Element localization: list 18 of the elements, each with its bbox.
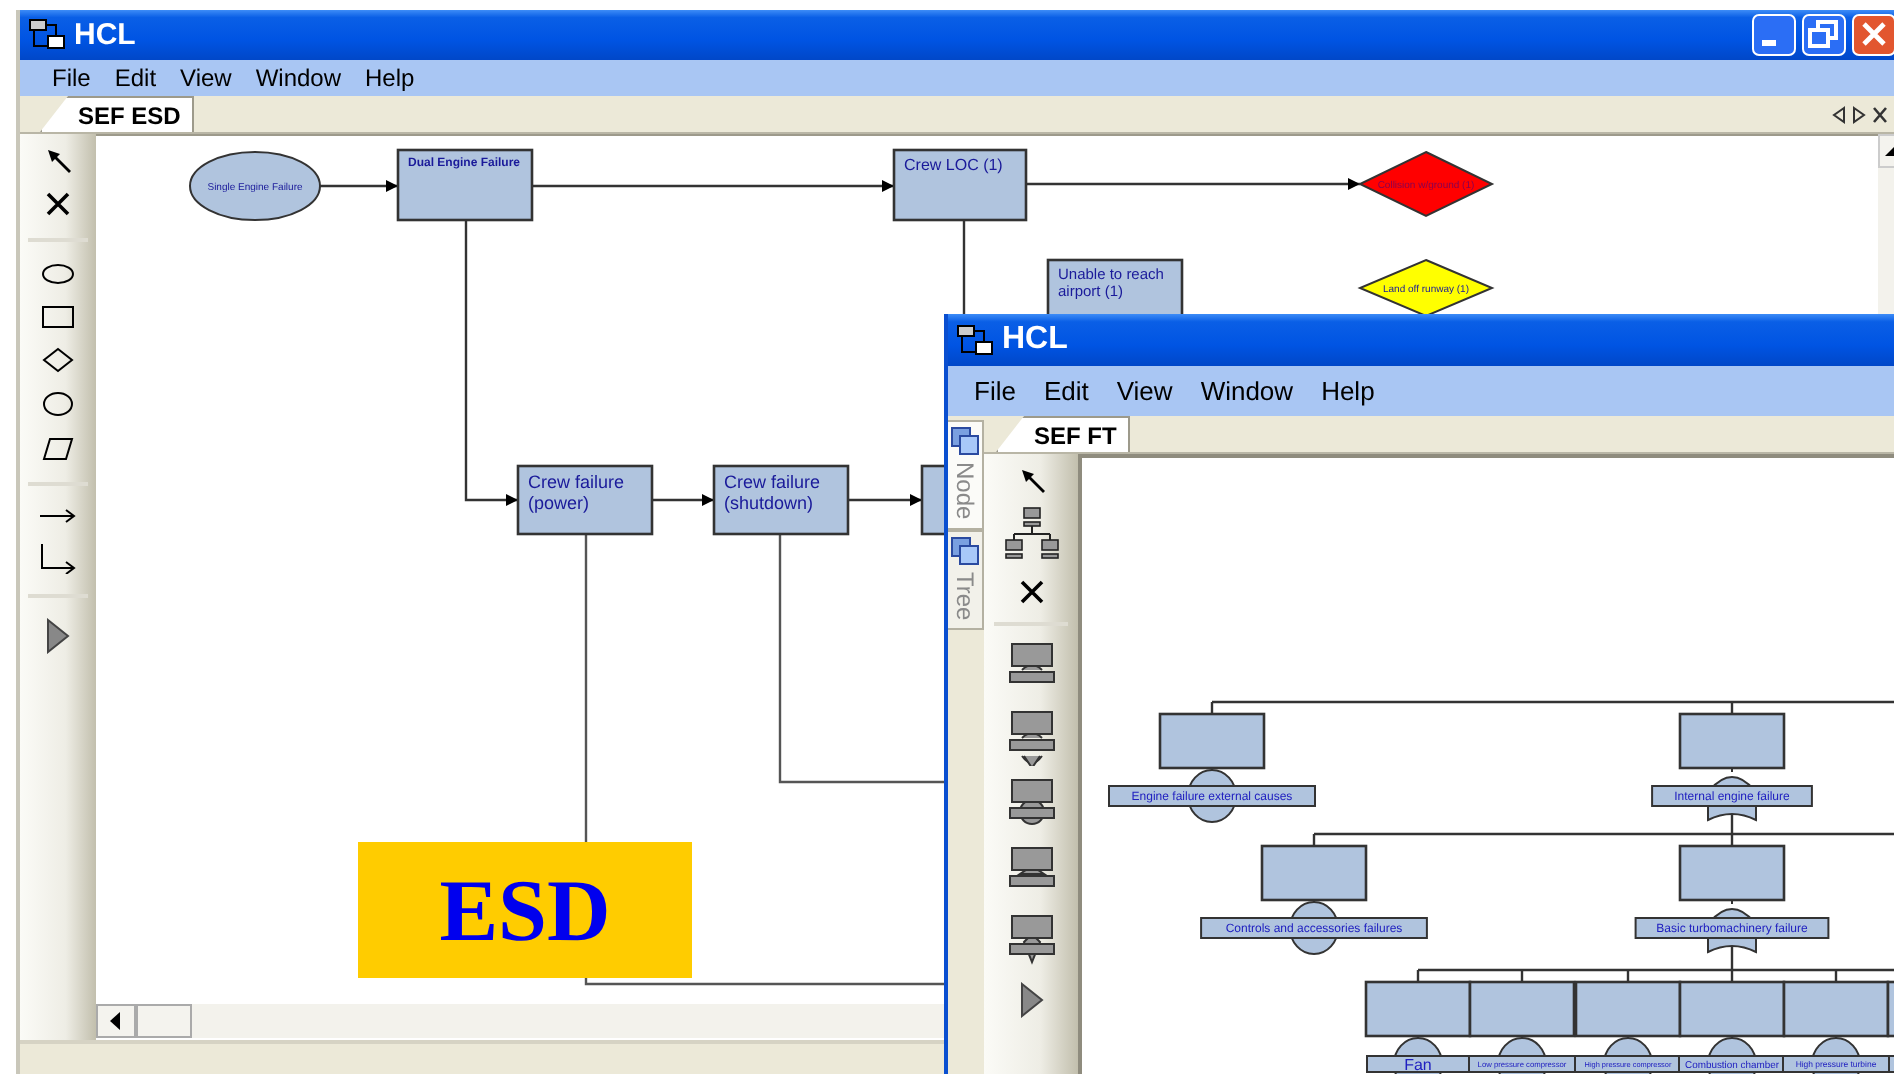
menu-item[interactable]: View	[1102, 376, 1187, 406]
menu-item[interactable]: View	[168, 64, 244, 92]
event-node[interactable]: Crew failure (shutdown)	[712, 464, 850, 536]
caption-banner: ESD	[358, 842, 692, 978]
menu-item[interactable]: Help	[1307, 376, 1389, 406]
window-title: HCL	[1002, 322, 1068, 358]
event-node[interactable]: Crew failure (power)	[516, 464, 654, 536]
menu-item[interactable]: Window	[1186, 376, 1308, 406]
menu-item[interactable]: Edit	[1029, 376, 1103, 406]
menu-item[interactable]: File	[960, 376, 1030, 406]
event-node[interactable]: Crew LOC (1)	[892, 148, 1028, 222]
window-title: HCL	[74, 18, 136, 52]
menu-item[interactable]: Window	[243, 64, 354, 92]
document-tab[interactable]: SEF ESD	[40, 96, 195, 132]
menu-item[interactable]: Edit	[102, 64, 169, 92]
document-tab[interactable]: SEF FT	[996, 416, 1131, 452]
menu-item[interactable]: Help	[353, 64, 427, 92]
menu-item[interactable]: File	[40, 64, 103, 92]
